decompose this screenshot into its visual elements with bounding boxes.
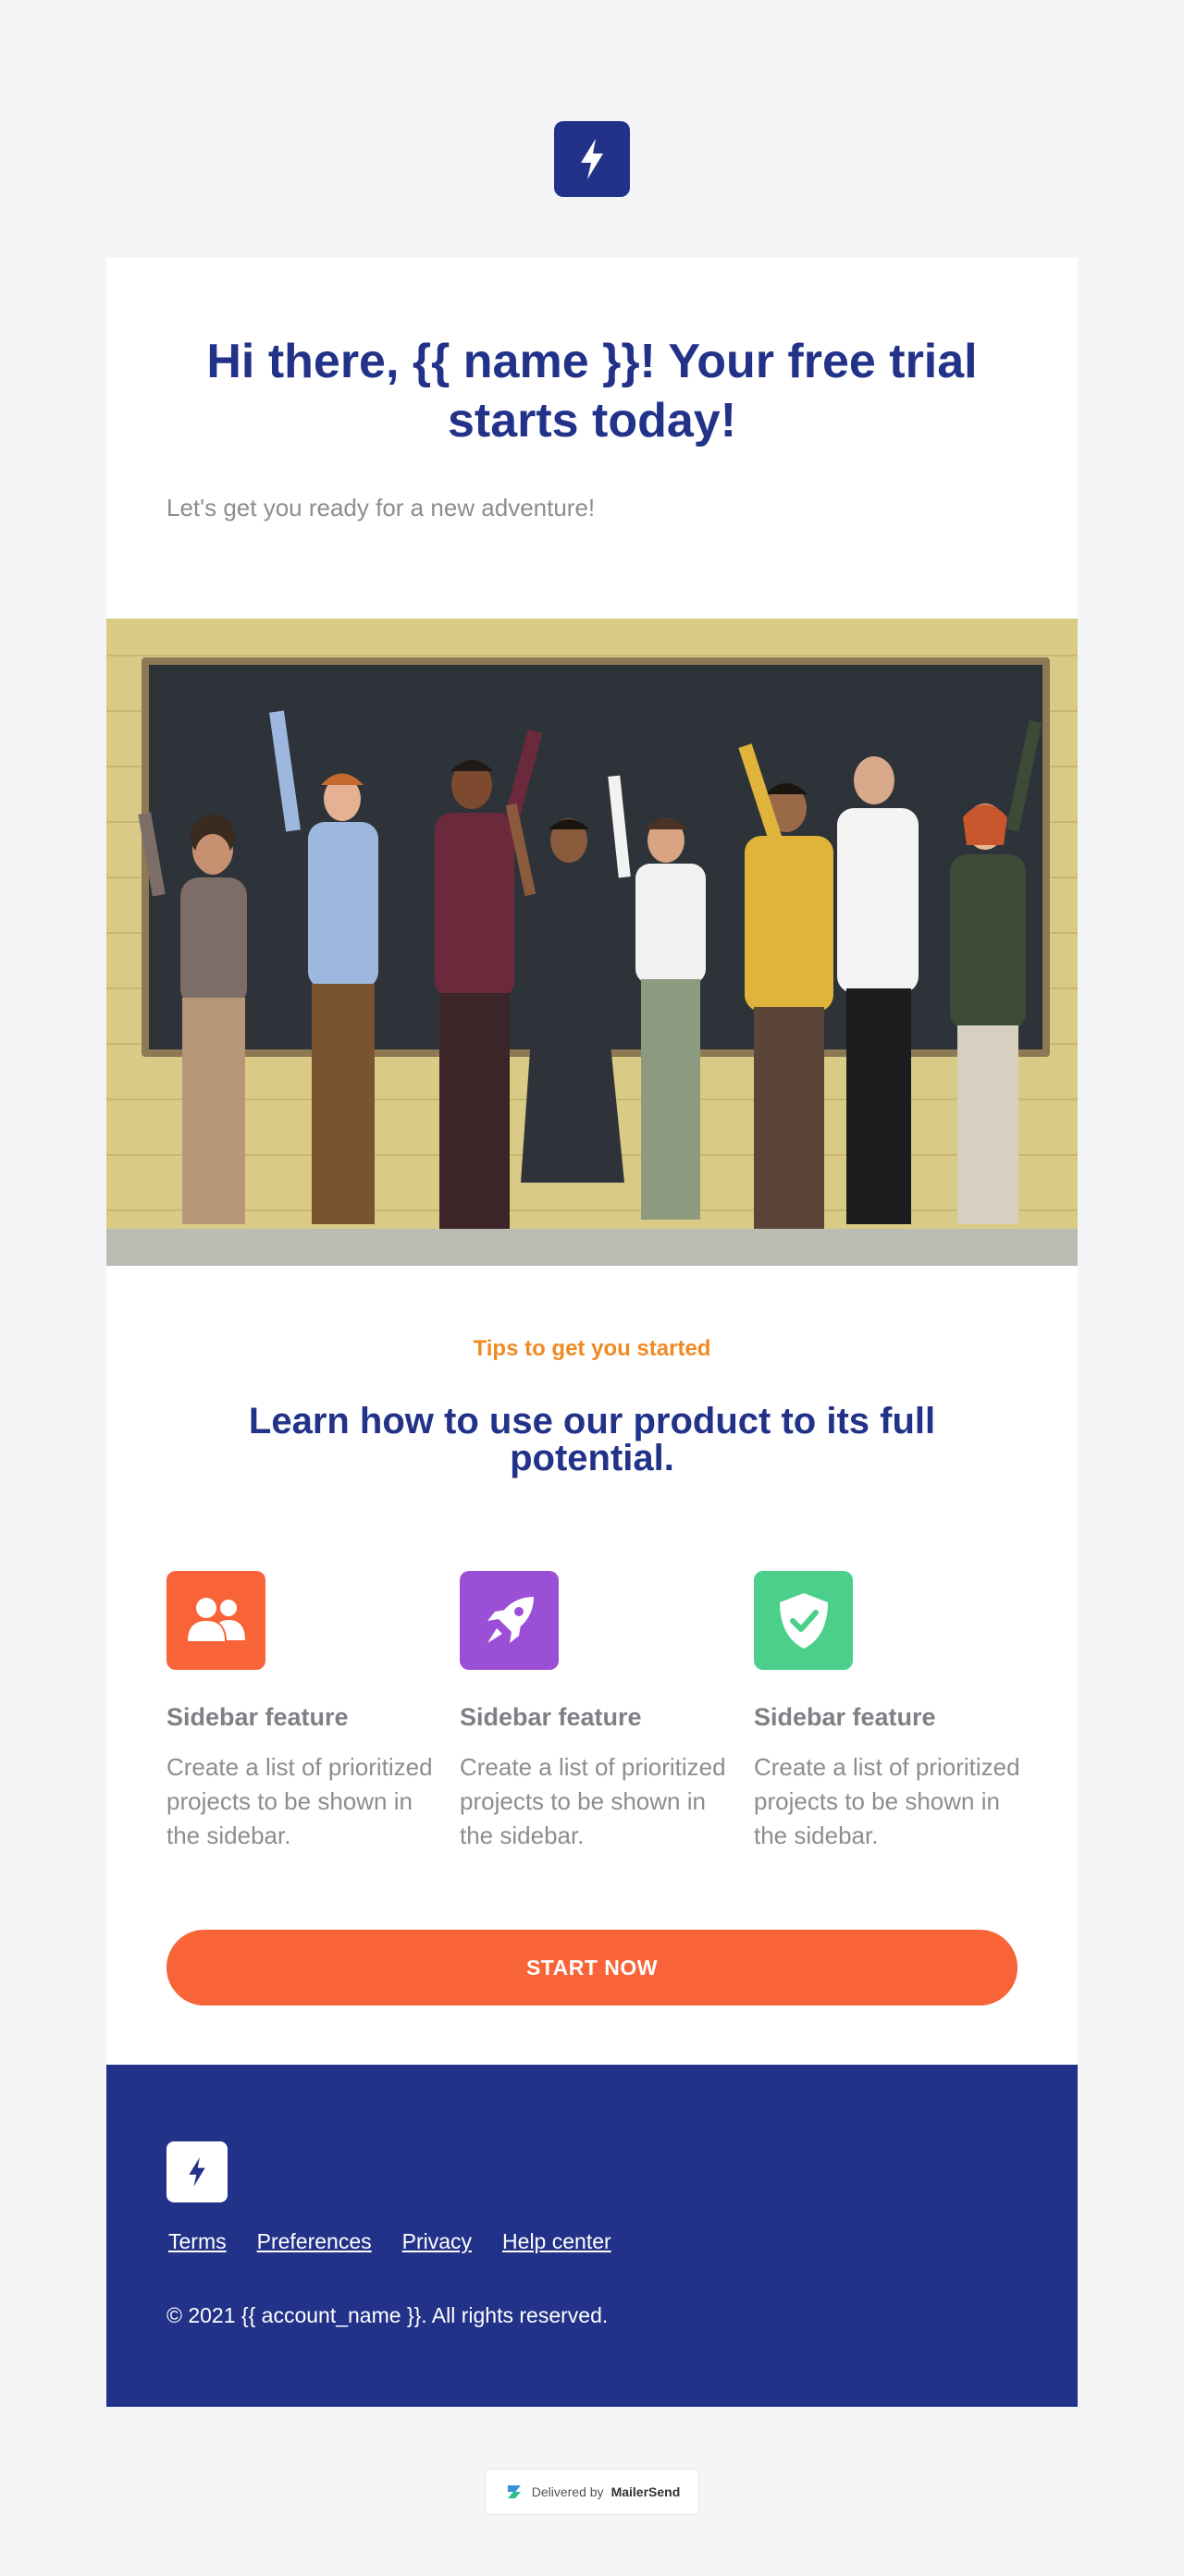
feature-title: Sidebar feature [166, 1703, 349, 1731]
feature-card: Sidebar feature Create a list of priorit… [166, 1571, 435, 1853]
feature-icon-box [460, 1571, 559, 1670]
footer-links: Terms Preferences Privacy Help center [168, 2229, 611, 2254]
rocket-icon [487, 1596, 534, 1643]
hero-title: Hi there, {{ name }}! Your free trial st… [206, 335, 978, 448]
tips-section: Tips to get you started Learn how to use… [106, 1266, 1078, 2065]
footer-link-terms[interactable]: Terms [168, 2229, 227, 2254]
feature-title: Sidebar feature [754, 1703, 936, 1731]
shield-check-icon [779, 1592, 828, 1649]
feature-description: Create a list of prioritized projects to… [166, 1753, 433, 1849]
feature-card: Sidebar feature Create a list of priorit… [754, 1571, 1022, 1853]
hero-subtitle: Let's get you ready for a new adventure! [166, 494, 596, 521]
tips-kicker: Tips to get you started [473, 1336, 711, 1361]
email-card: Hi there, {{ name }}! Your free trial st… [106, 258, 1078, 2065]
bolt-icon [581, 139, 603, 179]
bolt-icon [189, 2157, 205, 2187]
users-icon [187, 1597, 245, 1641]
feature-icon-box [754, 1571, 853, 1670]
badge-prefix: Delivered by [531, 2484, 604, 2499]
brand-logo [554, 121, 630, 197]
feature-description: Create a list of prioritized projects to… [754, 1753, 1020, 1849]
mailersend-logo-icon [507, 2485, 521, 2498]
footer-logo [166, 2141, 228, 2202]
footer-link-privacy[interactable]: Privacy [402, 2229, 472, 2254]
footer: Terms Preferences Privacy Help center © … [106, 2065, 1078, 2407]
footer-link-preferences[interactable]: Preferences [257, 2229, 372, 2254]
hero-section: Hi there, {{ name }}! Your free trial st… [106, 258, 1078, 619]
footer-link-help-center[interactable]: Help center [502, 2229, 611, 2254]
badge-brand: MailerSend [610, 2484, 681, 2499]
start-now-button[interactable]: START NOW [166, 1930, 1018, 2006]
feature-title: Sidebar feature [460, 1703, 642, 1731]
team-photo [106, 619, 1078, 1266]
delivered-by-badge[interactable]: Delivered by MailerSend [485, 2469, 699, 2515]
feature-description: Create a list of prioritized projects to… [460, 1753, 726, 1849]
copyright: © 2021 {{ account_name }}. All rights re… [166, 2303, 609, 2327]
feature-icon-box [166, 1571, 265, 1670]
tips-title: Learn how to use our product to its full… [248, 1401, 936, 1478]
feature-card: Sidebar feature Create a list of priorit… [460, 1571, 728, 1853]
